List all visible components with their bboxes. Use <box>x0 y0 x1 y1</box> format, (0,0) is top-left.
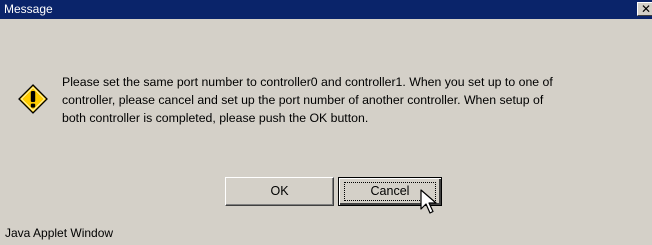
cancel-button-label: Cancel <box>370 184 410 198</box>
ok-button-label: OK <box>270 184 289 198</box>
applet-status-text: Java Applet Window <box>5 226 114 240</box>
title-bar[interactable]: Message ✕ <box>0 0 652 19</box>
message-dialog: Message ✕ Please set the same port numbe… <box>0 0 652 245</box>
close-icon: ✕ <box>641 2 652 16</box>
mouse-pointer-icon <box>420 189 437 214</box>
window-title: Message <box>4 2 53 16</box>
ok-button[interactable]: OK <box>225 177 334 206</box>
close-button[interactable]: ✕ <box>637 2 652 16</box>
message-text: Please set the same port number to contr… <box>62 75 553 125</box>
warning-icon <box>18 84 48 114</box>
